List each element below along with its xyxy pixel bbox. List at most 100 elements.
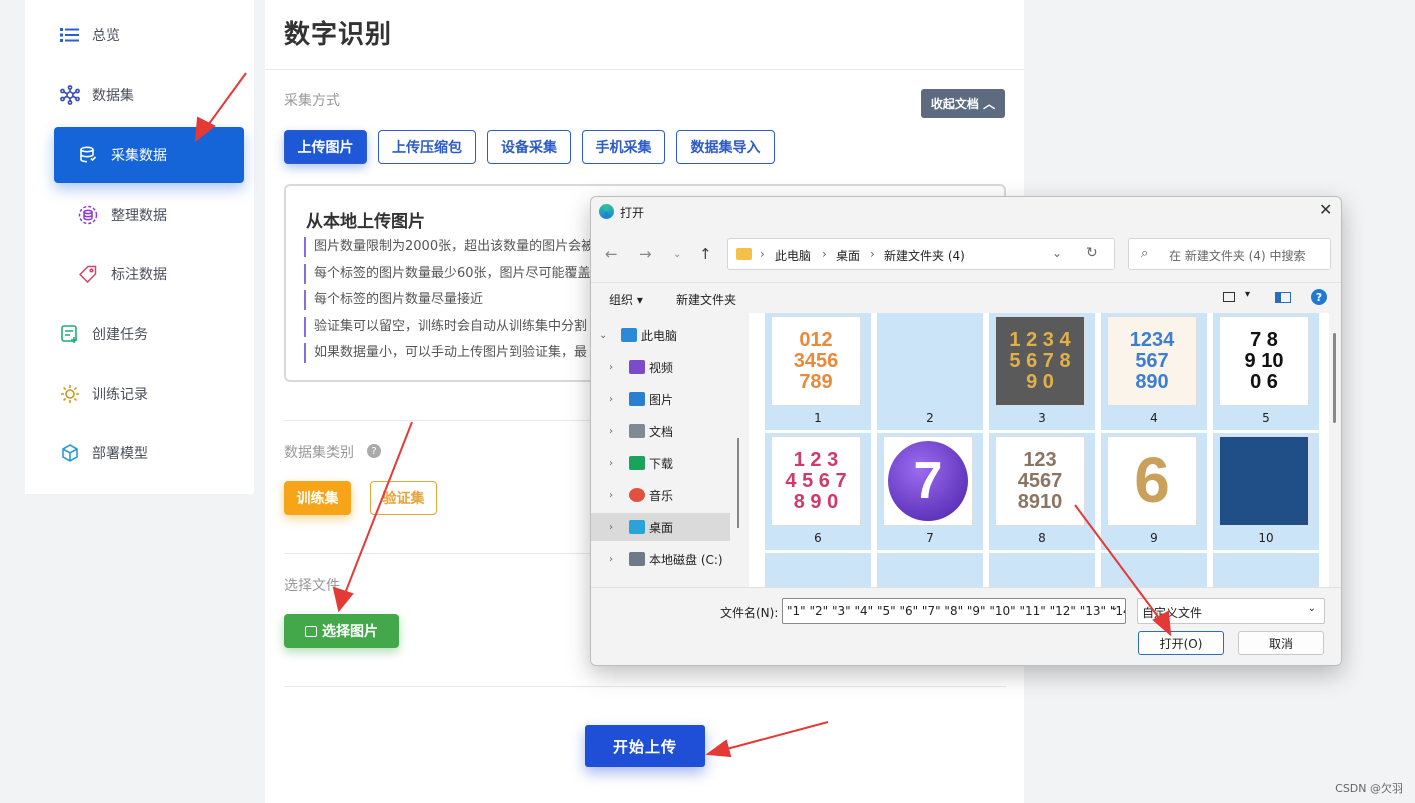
train-set-chip[interactable]: 训练集 xyxy=(284,481,351,515)
file-item[interactable] xyxy=(765,553,871,587)
breadcrumb-folder[interactable]: 新建文件夹 (4) xyxy=(884,247,965,264)
music-icon xyxy=(629,488,645,502)
tree-item-this-pc[interactable]: ⌄ 此电脑 xyxy=(591,321,730,349)
chevron-down-icon[interactable]: ▾ xyxy=(1245,289,1250,300)
search-placeholder: 在 新建文件夹 (4) 中搜索 xyxy=(1169,249,1306,263)
new-folder-button[interactable]: 新建文件夹 xyxy=(676,291,736,308)
chevron-down-icon[interactable]: ⌄ xyxy=(1052,246,1062,260)
sidebar-item-collect-data[interactable]: 采集数据 xyxy=(54,127,244,183)
chevron-down-icon[interactable]: ⌄ xyxy=(1110,602,1118,613)
collapse-doc-button[interactable]: 收起文档 ︿ xyxy=(921,89,1005,118)
select-image-label: 选择图片 xyxy=(322,624,378,640)
tree-item-local-disk[interactable]: › 本地磁盘 (C:) xyxy=(591,545,730,573)
file-name: 9 xyxy=(1150,531,1158,545)
organize-menu[interactable]: 组织 ▾ xyxy=(609,291,643,308)
file-item[interactable]: 69 xyxy=(1101,433,1207,550)
recent-chevron-icon[interactable]: ⌄ xyxy=(673,249,681,260)
breadcrumb-this-pc[interactable]: 此电脑 xyxy=(775,247,811,264)
file-item[interactable]: 012 3456 789 1 xyxy=(765,313,871,430)
chevron-down-icon: ⌄ xyxy=(599,329,608,341)
tree-item-desktop[interactable]: › 桌面 xyxy=(591,513,730,541)
doc-line: 图片数量限制为2000张，超出该数量的图片会被 xyxy=(304,237,594,257)
file-thumbnail: 012 3456 789 xyxy=(771,316,861,406)
divider xyxy=(284,686,1006,687)
select-image-button[interactable]: 选择图片 xyxy=(284,614,399,648)
file-item[interactable] xyxy=(877,553,983,587)
breadcrumb-desktop[interactable]: 桌面 xyxy=(836,247,860,264)
chevron-right-icon: › xyxy=(609,393,613,405)
file-item[interactable]: 77 xyxy=(877,433,983,550)
file-item[interactable]: 1 2 3 4 5 6 7 8 9 0 6 xyxy=(765,433,871,550)
cube-icon xyxy=(60,443,80,463)
file-thumbnail: 1 2 3 4 5 6 7 8 9 0 xyxy=(771,436,861,526)
chevron-right-icon: › xyxy=(609,553,613,565)
database-settings-icon xyxy=(78,205,98,225)
close-icon[interactable]: ✕ xyxy=(1319,200,1332,219)
forward-icon[interactable]: → xyxy=(639,245,652,263)
preview-pane-icon[interactable] xyxy=(1275,292,1291,303)
tree-item-documents[interactable]: › 文档 xyxy=(591,417,730,445)
file-name: 5 xyxy=(1262,411,1270,425)
tab-device-capture[interactable]: 设备采集 xyxy=(487,130,571,164)
tree-label: 本地磁盘 (C:) xyxy=(649,552,723,567)
tree-item-music[interactable]: › 音乐 xyxy=(591,481,730,509)
file-item[interactable]: 7 8 9 10 0 6 5 xyxy=(1213,313,1319,430)
file-type-select[interactable]: 自定义文件 ⌄ xyxy=(1137,598,1325,624)
file-item[interactable]: 123 4567 8910 8 xyxy=(989,433,1095,550)
file-item[interactable]: 10 xyxy=(1213,433,1319,550)
address-bar[interactable]: › 此电脑 › 桌面 › 新建文件夹 (4) ⌄ ↻ xyxy=(727,238,1115,270)
drive-icon xyxy=(629,552,645,566)
file-item[interactable]: 1 2 3 4 5 6 7 8 9 0 3 xyxy=(989,313,1095,430)
sidebar-item-training-records[interactable]: 训练记录 xyxy=(25,366,254,422)
search-box[interactable]: ⌕ 在 新建文件夹 (4) 中搜索 xyxy=(1128,238,1331,270)
back-icon[interactable]: ← xyxy=(605,245,618,263)
tab-upload-archive[interactable]: 上传压缩包 xyxy=(378,130,476,164)
file-name: 10 xyxy=(1258,531,1274,545)
file-item[interactable] xyxy=(989,553,1095,587)
sidebar-item-organize-data[interactable]: 整理数据 xyxy=(25,187,254,243)
sidebar-item-annotate-data[interactable]: 标注数据 xyxy=(25,246,254,302)
scroll-thumb[interactable] xyxy=(1333,333,1336,423)
refresh-icon[interactable]: ↻ xyxy=(1086,245,1098,261)
chevron-right-icon: › xyxy=(609,425,613,437)
chevron-down-icon: ⌄ xyxy=(1307,603,1316,614)
view-icon[interactable] xyxy=(1223,292,1235,302)
collect-method-label: 采集方式 xyxy=(284,93,340,109)
help-icon[interactable]: ? xyxy=(1311,289,1327,305)
file-item[interactable]: 1234 567 890 4 xyxy=(1101,313,1207,430)
tree-scrollbar[interactable] xyxy=(737,438,739,528)
file-thumbnail: 6 xyxy=(1107,436,1197,526)
sidebar-item-label: 总览 xyxy=(92,28,120,44)
sidebar-item-dataset[interactable]: 数据集 xyxy=(25,67,254,123)
file-grid: 012 3456 789 1 2 1 2 3 4 5 6 7 8 9 0 3 1234 5… xyxy=(749,313,1329,587)
filename-input[interactable]: "1" "2" "3" "4" "5" "6" "7" "8" "9" "10"… xyxy=(782,598,1126,624)
tab-upload-images[interactable]: 上传图片 xyxy=(284,130,367,164)
tab-dataset-import[interactable]: 数据集导入 xyxy=(676,130,775,164)
open-button[interactable]: 打开(O) xyxy=(1138,631,1224,655)
val-set-chip[interactable]: 验证集 xyxy=(370,481,437,515)
folder-icon xyxy=(736,248,752,260)
tree-item-downloads[interactable]: › 下载 xyxy=(591,449,730,477)
database-icon xyxy=(78,145,98,165)
search-icon: ⌕ xyxy=(1141,246,1149,261)
purple-circle-seven: 7 xyxy=(888,441,968,521)
tab-phone-capture[interactable]: 手机采集 xyxy=(582,130,665,164)
grid-scrollbar[interactable] xyxy=(1331,313,1341,587)
file-thumbnail: 7 xyxy=(883,436,973,526)
sidebar-item-deploy-model[interactable]: 部署模型 xyxy=(25,425,254,481)
tree-label: 视频 xyxy=(649,360,674,375)
file-item[interactable] xyxy=(1213,553,1319,587)
file-item[interactable]: 2 xyxy=(877,313,983,430)
up-icon[interactable]: ↑ xyxy=(699,245,712,263)
sidebar-item-label: 训练记录 xyxy=(92,387,148,403)
chevron-right-icon: › xyxy=(609,457,613,469)
tree-item-pictures[interactable]: › 图片 xyxy=(591,385,730,413)
cancel-button[interactable]: 取消 xyxy=(1238,631,1324,655)
sidebar-item-create-task[interactable]: 创建任务 xyxy=(25,306,254,362)
file-thumbnail-digits: 1234 567 890 xyxy=(1129,328,1175,393)
tree-item-videos[interactable]: › 视频 xyxy=(591,353,730,381)
sidebar-item-overview[interactable]: 总览 xyxy=(25,7,254,63)
file-item[interactable] xyxy=(1101,553,1207,587)
help-icon[interactable]: ? xyxy=(367,444,381,458)
start-upload-button[interactable]: 开始上传 xyxy=(585,725,705,767)
